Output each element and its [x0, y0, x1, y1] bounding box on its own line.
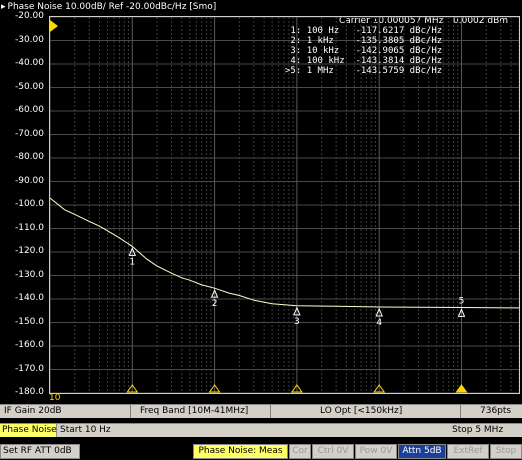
marker-value: -142.9065 dBc/Hz — [355, 46, 443, 56]
marker-id: 3: — [285, 46, 307, 56]
y-tick-label: -90.00 — [14, 175, 44, 186]
ref-level-indicator-icon[interactable] — [50, 20, 58, 32]
y-tick-label: -50.00 — [14, 81, 44, 92]
y-tick-label: -180.0 — [14, 387, 44, 397]
sweep-bar: Phase Noise Start 10 Hz Stop 5 MHz — [0, 423, 522, 437]
marker-row: 4: 100 kHz -143.3814 dBc/Hz — [285, 56, 442, 66]
y-tick-label: -20.00 — [14, 11, 44, 21]
y-tick-label: -110.0 — [14, 222, 44, 233]
y-tick-label: -80.00 — [14, 152, 44, 162]
window-title-bar: ▸ Phase Noise 10.00dB/ Ref -20.00dBc/Hz [… — [0, 0, 522, 14]
stop-freq-label[interactable]: Stop 5 MHz — [452, 424, 503, 437]
marker-row: >5: 1 MHz -143.5759 dBc/Hz — [285, 66, 442, 76]
marker-value: -143.5759 dBc/Hz — [355, 66, 443, 76]
marker-freq: 1 kHz — [306, 36, 356, 46]
freq-band-label[interactable]: Freq Band [10M-41MHz] — [140, 405, 248, 418]
marker-value: -135.3805 dBc/Hz — [355, 36, 443, 46]
stop-button[interactable]: Stop — [490, 444, 522, 459]
set-rf-att-button[interactable]: Set RF ATT 0dB — [0, 444, 80, 459]
marker-id: 2: — [285, 36, 307, 46]
attn-button[interactable]: Attn 5dB — [398, 444, 446, 459]
marker-freq: 100 kHz — [306, 56, 356, 66]
y-tick-label: -30.00 — [14, 34, 44, 45]
cor-button[interactable]: Cor — [289, 444, 311, 459]
y-tick-label: -40.00 — [14, 58, 44, 68]
lo-opt-label[interactable]: LO Opt [<150kHz] — [320, 405, 402, 418]
if-gain-label[interactable]: IF Gain 20dB — [4, 405, 62, 418]
x-axis-start-label: 10 — [49, 393, 61, 403]
marker-value: -117.6217 dBc/Hz — [355, 26, 443, 36]
marker-row: 3: 10 kHz -142.9065 dBc/Hz — [285, 46, 442, 56]
marker-row: 1: 100 Hz -117.6217 dBc/Hz — [285, 26, 442, 36]
marker-id: 1: — [285, 26, 307, 36]
marker-value: -143.3814 dBc/Hz — [355, 56, 443, 66]
start-freq-label[interactable]: Start 10 Hz — [60, 424, 111, 437]
marker-3-label: 3 — [294, 317, 300, 327]
marker-id: >5: — [285, 66, 307, 76]
marker-freq: 100 Hz — [306, 26, 356, 36]
marker-row: 2: 1 kHz -135.3805 dBc/Hz — [285, 36, 442, 46]
y-tick-label: -70.00 — [14, 128, 44, 139]
marker-table: 1: 100 Hz -117.6217 dBc/Hz 2: 1 kHz -135… — [285, 26, 442, 76]
marker-1-label: 1 — [129, 257, 135, 267]
marker-5-label: 5 — [459, 296, 465, 306]
extref-button[interactable]: ExtRef — [447, 444, 489, 459]
y-tick-label: -160.0 — [14, 340, 44, 350]
points-label: 736pts — [480, 406, 512, 416]
y-tick-label: -100.0 — [14, 199, 44, 209]
y-tick-label: -150.0 — [14, 316, 44, 327]
ctrl-button[interactable]: Ctrl 0V — [312, 444, 354, 459]
pow-button[interactable]: Pow 0V — [355, 444, 397, 459]
info-bar: IF Gain 20dB Freq Band [10M-41MHz] LO Op… — [0, 404, 522, 418]
marker-id: 4: — [285, 56, 307, 66]
phase-noise-mode-tab[interactable]: Phase Noise — [0, 424, 57, 437]
y-tick-label: -140.0 — [14, 293, 44, 303]
phase-noise-meas-button[interactable]: Phase Noise: Meas — [193, 444, 288, 459]
marker-4-label: 4 — [376, 318, 382, 328]
marker-freq: 10 kHz — [306, 46, 356, 56]
marker-freq: 1 MHz — [306, 66, 356, 76]
y-tick-label: -120.0 — [14, 246, 44, 256]
y-tick-label: -170.0 — [14, 363, 44, 374]
marker-2-label: 2 — [212, 299, 218, 309]
y-tick-label: -60.00 — [14, 105, 44, 115]
y-tick-label: -130.0 — [14, 269, 44, 280]
